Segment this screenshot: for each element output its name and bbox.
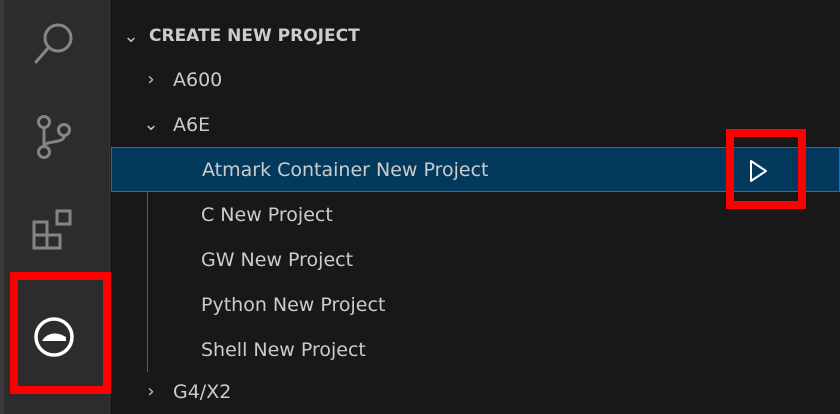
extensions-icon[interactable] <box>22 198 86 262</box>
tree-item-label: G4/X2 <box>173 380 232 403</box>
tree-item-a6e[interactable]: ⌄ A6E <box>111 102 840 147</box>
atmark-extension-icon[interactable] <box>22 305 86 369</box>
section-header[interactable]: ⌄ CREATE NEW PROJECT <box>111 14 840 58</box>
tree-item-a600[interactable]: › A600 <box>111 57 840 102</box>
source-control-icon[interactable] <box>22 104 86 168</box>
tree-item-c[interactable]: C New Project <box>111 192 840 237</box>
tree-item-shell[interactable]: Shell New Project <box>111 327 840 372</box>
tree-item-label: A6E <box>173 113 211 136</box>
chevron-down-icon: ⌄ <box>143 114 159 135</box>
tree-item-label: C New Project <box>201 203 333 226</box>
chevron-right-icon: › <box>147 69 155 90</box>
vscode-window: ⌄ CREATE NEW PROJECT › A600 ⌄ A6E Atmark… <box>0 0 840 414</box>
chevron-right-icon: › <box>147 381 155 402</box>
tree-item-atmark-container[interactable]: Atmark Container New Project <box>111 147 840 192</box>
activity-bar-edge <box>0 0 4 414</box>
search-icon[interactable] <box>22 12 86 76</box>
explorer-sidebar: ⌄ CREATE NEW PROJECT › A600 ⌄ A6E Atmark… <box>111 0 840 414</box>
activity-bar <box>0 0 110 414</box>
tree-item-g4x2[interactable]: › G4/X2 <box>111 369 840 414</box>
section-title: CREATE NEW PROJECT <box>149 26 360 46</box>
tree-item-label: Python New Project <box>201 293 386 316</box>
active-view-indicator <box>12 279 15 379</box>
tree-item-label: A600 <box>173 68 223 91</box>
play-icon[interactable] <box>737 148 779 193</box>
chevron-down-icon: ⌄ <box>123 25 139 47</box>
tree-item-label: Shell New Project <box>201 338 366 361</box>
tree-item-label: Atmark Container New Project <box>202 158 489 181</box>
tree-item-python[interactable]: Python New Project <box>111 282 840 327</box>
tree-item-label: GW New Project <box>201 248 354 271</box>
tree-item-gw[interactable]: GW New Project <box>111 237 840 282</box>
